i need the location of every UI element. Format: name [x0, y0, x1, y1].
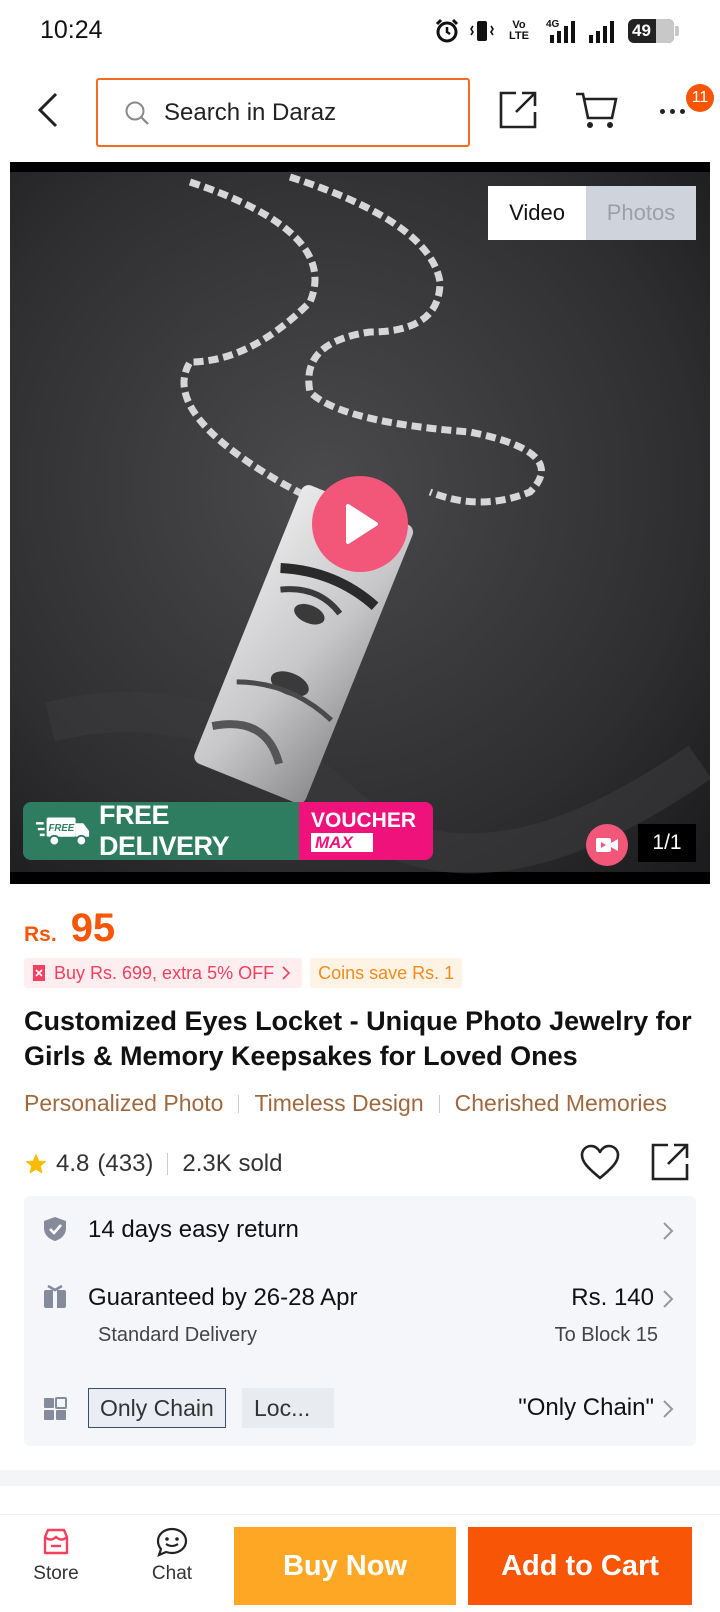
- promo-voucher-tag[interactable]: Buy Rs. 699, extra 5% OFF: [24, 958, 303, 988]
- promo-row: Buy Rs. 699, extra 5% OFF Coins save Rs.…: [24, 958, 463, 988]
- delivery-method-text: Standard Delivery: [98, 1324, 257, 1346]
- voucher-max-label: MAX: [311, 833, 373, 852]
- rating-value[interactable]: 4.8: [56, 1150, 89, 1178]
- play-button[interactable]: [312, 476, 408, 572]
- section-divider: [0, 1470, 720, 1486]
- signal-4g-icon: 4G: [544, 17, 578, 45]
- voucher-max-section: VOUCHER MAX: [299, 802, 433, 860]
- add-to-cart-button[interactable]: Add to Cart: [468, 1527, 692, 1605]
- cart-button[interactable]: [574, 90, 618, 130]
- variant-option-selected[interactable]: Only Chain: [88, 1388, 226, 1428]
- variant-selected-value[interactable]: "Only Chain": [518, 1394, 654, 1422]
- share-icon: [499, 91, 537, 129]
- return-policy-text: 14 days easy return: [88, 1216, 299, 1243]
- volte-indicator: Vo LTE: [509, 19, 529, 42]
- store-icon: [43, 1528, 69, 1555]
- notification-badge: 11: [686, 84, 714, 112]
- sold-count: 2.3K sold: [182, 1150, 283, 1177]
- price: Rs. 95: [24, 906, 115, 951]
- svg-text:4G: 4G: [546, 19, 560, 30]
- more-dot-icon: [659, 108, 665, 114]
- video-camera-icon: [596, 838, 618, 852]
- media-toggle: Video Photos: [488, 186, 696, 240]
- vibrate-icon: [470, 18, 494, 44]
- tag-item: Cherished Memories: [454, 1090, 667, 1116]
- star-icon: [25, 1153, 47, 1174]
- status-bar: 10:24 Vo LTE 4G 49: [0, 0, 720, 66]
- search-input[interactable]: Search in Daraz: [96, 78, 470, 147]
- delivery-date-text: Guaranteed by 26-28 Apr: [88, 1284, 358, 1311]
- store-button[interactable]: Store: [16, 1527, 96, 1607]
- delivery-price: Rs. 140: [571, 1284, 654, 1311]
- service-info-panel: 14 days easy return Guaranteed by 26-28 …: [24, 1196, 696, 1446]
- media-counter: 1/1: [638, 824, 696, 862]
- variant-grid-icon: [44, 1397, 67, 1420]
- product-tags: Personalized Photo Timeless Design Cheri…: [24, 1090, 667, 1117]
- product-title: Customized Eyes Locket - Unique Photo Je…: [24, 1006, 692, 1071]
- cart-icon: [576, 92, 618, 128]
- chat-label: Chat: [151, 1563, 193, 1584]
- price-value: 95: [70, 906, 116, 950]
- tab-photos[interactable]: Photos: [586, 186, 696, 240]
- search-icon: [125, 101, 149, 125]
- variant-option[interactable]: Loc...: [242, 1388, 334, 1428]
- chevron-right-icon: [663, 1400, 674, 1418]
- search-placeholder: Search in Daraz: [164, 98, 337, 126]
- rating-row: 4.8 (433) 2.3K sold: [24, 1142, 704, 1184]
- voucher-icon: [33, 965, 45, 981]
- coins-save-tag[interactable]: Coins save Rs. 1: [310, 958, 463, 988]
- svg-text:FREE: FREE: [49, 823, 75, 834]
- chat-button[interactable]: Chat: [132, 1527, 212, 1607]
- delivery-row[interactable]: Guaranteed by 26-28 Apr Standard Deliver…: [24, 1266, 696, 1366]
- free-delivery-label: FREE DELIVERY: [99, 802, 230, 860]
- return-policy-row[interactable]: 14 days easy return: [24, 1196, 696, 1266]
- chevron-right-icon: [282, 966, 291, 980]
- video-badge[interactable]: [586, 824, 628, 866]
- free-delivery-section: FREE FREE DELIVERY: [23, 802, 299, 860]
- product-media[interactable]: Video Photos FREE FREE DELIVERY VOUCHER …: [10, 162, 710, 884]
- tag-item: Timeless Design: [254, 1090, 424, 1116]
- chevron-right-icon: [663, 1290, 674, 1308]
- bottom-action-bar: Store Chat Buy Now Add to Cart: [0, 1514, 720, 1612]
- share-button[interactable]: [498, 90, 538, 130]
- chat-icon: [156, 1527, 188, 1557]
- promo-voucher-label: Buy Rs. 699, extra 5% OFF: [54, 962, 275, 983]
- voucher-label: VOUCHER: [311, 809, 417, 832]
- battery-icon: 49: [628, 19, 679, 43]
- chevron-right-icon: [663, 1222, 674, 1240]
- rating-divider: [167, 1153, 169, 1175]
- tag-item: Personalized Photo: [24, 1090, 224, 1116]
- package-icon: [44, 1284, 66, 1308]
- status-time: 10:24: [40, 16, 103, 44]
- play-icon: [346, 504, 378, 544]
- alarm-icon: [434, 18, 460, 44]
- store-label: Store: [33, 1563, 79, 1584]
- price-currency: Rs.: [24, 923, 57, 946]
- status-icons: Vo LTE 4G 49: [434, 14, 679, 48]
- buy-now-button[interactable]: Buy Now: [234, 1527, 456, 1605]
- tag-divider: [238, 1094, 240, 1113]
- share-icon: [651, 1143, 689, 1181]
- delivery-location: To Block 15: [554, 1324, 658, 1346]
- signal-icon: [588, 18, 618, 44]
- wishlist-button[interactable]: [580, 1144, 624, 1184]
- heart-icon: [580, 1144, 620, 1180]
- shield-check-icon: [44, 1217, 66, 1241]
- battery-level: 49: [632, 21, 651, 40]
- share-product-button[interactable]: [650, 1142, 692, 1184]
- review-count[interactable]: (433): [97, 1150, 153, 1178]
- tab-video[interactable]: Video: [488, 186, 586, 240]
- back-arrow-icon: [37, 92, 58, 128]
- tag-divider: [438, 1094, 440, 1113]
- delivery-truck-icon: FREE: [35, 817, 90, 847]
- back-button[interactable]: [30, 88, 66, 132]
- top-bar: Search in Daraz 11: [0, 66, 720, 158]
- free-delivery-banner: FREE FREE DELIVERY VOUCHER MAX: [23, 802, 433, 860]
